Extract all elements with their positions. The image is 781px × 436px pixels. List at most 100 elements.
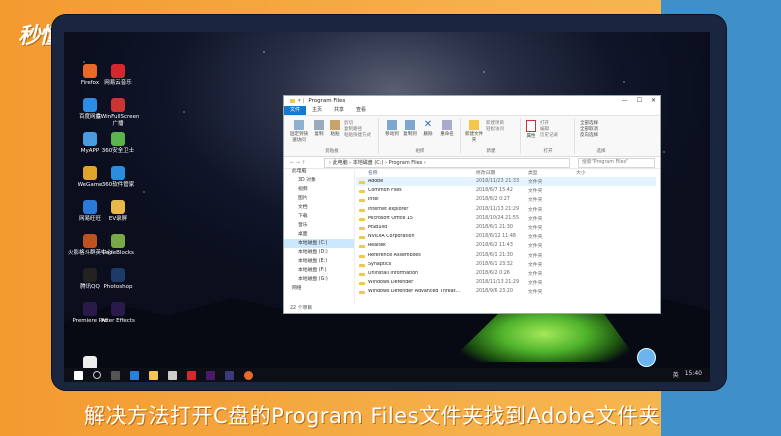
after-effects-taskbar-icon[interactable] <box>225 370 234 380</box>
folder-icon <box>359 199 365 203</box>
quick-access-toolbar[interactable]: ▾ | <box>298 98 304 104</box>
nav-item[interactable]: 3D 对象 <box>284 176 354 185</box>
clock[interactable]: 15:40 <box>685 370 702 379</box>
nav-item[interactable]: 本地磁盘 (G:) <box>284 275 354 284</box>
nav-item[interactable]: 本地磁盘 (F:) <box>284 266 354 275</box>
file-row[interactable]: NVIDIA Corporation 2018/6/12 11:48 文件夹 <box>356 232 656 241</box>
pin-quick-access-button[interactable]: 固定到快速访问 <box>288 120 310 143</box>
nav-item[interactable]: 桌面 <box>284 230 354 239</box>
file-date: 2018/6/12 11:48 <box>476 234 516 240</box>
start-icon[interactable] <box>74 370 83 380</box>
open-small-items[interactable]: 打开 编辑 历史记录 <box>540 121 558 139</box>
search-input[interactable]: 搜索"Program Files" <box>578 157 655 168</box>
file-row[interactable]: Realtek 2018/6/2 11:43 文件夹 <box>356 241 656 250</box>
file-date: 2018/6/7 15:42 <box>476 188 513 194</box>
properties-button[interactable]: 属性 <box>524 120 538 139</box>
move-to-button[interactable]: 移动到 <box>384 120 400 137</box>
move-to-label: 移动到 <box>385 132 399 137</box>
file-row[interactable]: Synaptics 2018/6/1 23:32 文件夹 <box>356 260 656 269</box>
nav-item[interactable]: 下载 <box>284 212 354 221</box>
desktop-icon-label: 360软件管家 <box>101 182 135 188</box>
minimize-button[interactable]: — <box>622 97 628 104</box>
tab-home[interactable]: 主页 <box>306 106 328 115</box>
nav-item[interactable]: 视频 <box>284 185 354 194</box>
file-row[interactable]: Uninstall Information 2018/6/2 0:26 文件夹 <box>356 269 656 278</box>
copy-to-button[interactable]: 复制到 <box>402 120 418 137</box>
ime-indicator[interactable]: 英 <box>673 370 679 379</box>
desktop-icon[interactable]: After Effects <box>96 302 140 325</box>
ribbon: 固定到快速访问 复制 粘贴 剪切 复制路径 粘贴快捷方式 剪贴板 移动到 复制到 ✕… <box>284 116 660 157</box>
search-icon[interactable] <box>93 371 101 379</box>
file-date: 2018/6/1 21:30 <box>476 252 513 258</box>
nav-item[interactable]: 本地磁盘 (D:) <box>284 248 354 257</box>
file-explorer-icon[interactable] <box>149 370 158 380</box>
column-size[interactable]: 大小 <box>576 169 616 176</box>
paste-button[interactable]: 粘贴 <box>328 120 342 137</box>
copy-button[interactable]: 复制 <box>312 120 326 137</box>
desktop-icon-label: EV录屏 <box>108 216 128 222</box>
nav-arrows[interactable]: ← → ↑ <box>290 160 306 166</box>
file-name: Reference Assemblies <box>356 253 476 258</box>
nav-item[interactable]: 网络 <box>284 284 354 293</box>
file-row[interactable]: internet explorer 2018/11/13 21:29 文件夹 <box>356 205 656 214</box>
desktop-icon[interactable]: 360软件管家 <box>96 166 140 189</box>
file-date: 2018/11/23 21:33 <box>476 179 519 185</box>
folder-icon <box>359 208 365 212</box>
select-items[interactable]: 全部选择 全部取消 反向选择 <box>580 121 598 139</box>
file-row[interactable]: Windows Defender Advanced Threat... 2018/… <box>356 287 656 296</box>
delete-button[interactable]: ✕ 删除 <box>420 119 436 138</box>
delete-icon: ✕ <box>423 119 433 130</box>
task-view-icon[interactable] <box>111 370 120 380</box>
nav-item[interactable]: 本地磁盘 (E:) <box>284 257 354 266</box>
edge-icon[interactable] <box>130 370 139 380</box>
column-date[interactable]: 修改日期 <box>476 169 528 176</box>
file-row[interactable]: Intel 2018/6/2 0:27 文件夹 <box>356 195 656 204</box>
file-row[interactable]: MSBuild 2018/6/1 21:30 文件夹 <box>356 223 656 232</box>
open-label: 打开 <box>540 121 549 126</box>
tab-file[interactable]: 文件 <box>284 106 307 115</box>
desktop-icon[interactable]: CodeBlocks <box>96 234 140 257</box>
close-button[interactable]: ✕ <box>651 97 656 104</box>
nav-item[interactable]: 本地磁盘 (C:) <box>284 239 354 248</box>
file-date: 2018/6/1 21:30 <box>476 225 513 231</box>
file-row[interactable]: Adobe 2018/11/23 21:33 文件夹 <box>356 177 656 187</box>
nav-item[interactable]: 音乐 <box>284 221 354 230</box>
new-small-items[interactable]: 新建项目 轻松访问 <box>486 121 504 133</box>
music-icon[interactable] <box>187 370 196 380</box>
firefox-icon <box>83 64 97 78</box>
group-label-new: 新建 <box>486 149 496 154</box>
file-name-text: Synaptics <box>368 261 392 267</box>
clipboard-small-items[interactable]: 剪切 复制路径 粘贴快捷方式 <box>344 121 371 139</box>
column-name[interactable]: 名称 <box>356 169 476 176</box>
nav-item[interactable]: 文档 <box>284 203 354 212</box>
ribbon-group-clipboard: 固定到快速访问 复制 粘贴 剪切 复制路径 粘贴快捷方式 剪贴板 <box>286 118 379 154</box>
new-folder-button[interactable]: 新建文件夹 <box>464 120 484 143</box>
desktop-icon[interactable]: GWinFullScreen广播 <box>96 98 140 128</box>
desktop-icon[interactable]: EV录屏 <box>96 200 140 223</box>
store-icon[interactable] <box>168 370 177 380</box>
file-list: 名称 修改日期 类型 大小 Adobe 2018/11/23 21:33 文件夹 Co… <box>356 167 656 303</box>
firefox-taskbar-icon[interactable] <box>244 370 253 380</box>
paste-label: 粘贴 <box>330 132 340 137</box>
file-row[interactable]: Microsoft Office 15 2018/10/24 21:55 文件夹 <box>356 214 656 223</box>
column-type[interactable]: 类型 <box>528 169 576 176</box>
maximize-button[interactable]: ☐ <box>637 97 642 104</box>
nav-item[interactable]: 图片 <box>284 194 354 203</box>
desktop-icon[interactable]: 网易云音乐 <box>96 64 140 87</box>
address-bar[interactable]: › 此电脑 › 本地磁盘 (C:) › Program Files › <box>324 157 570 168</box>
floating-assist-icon[interactable] <box>637 348 656 367</box>
file-type: 文件夹 <box>528 226 543 232</box>
tab-view[interactable]: 查看 <box>350 106 372 115</box>
rename-button[interactable]: 重命名 <box>438 120 456 137</box>
file-row[interactable]: Reference Assemblies 2018/6/1 21:30 文件夹 <box>356 251 656 260</box>
file-row[interactable]: Common Files 2018/6/7 15:42 文件夹 <box>356 186 656 195</box>
premiere-taskbar-icon[interactable] <box>206 370 215 380</box>
file-row[interactable]: Windows Defender 2018/11/13 21:29 文件夹 <box>356 278 656 287</box>
file-name: Windows Defender <box>356 280 476 286</box>
360-manager-icon <box>111 166 125 180</box>
desktop-icon-label: 网易云音乐 <box>104 80 132 86</box>
nav-item[interactable]: 此电脑 <box>284 167 354 176</box>
desktop-icon[interactable]: Photoshop <box>96 268 140 291</box>
tab-share[interactable]: 共享 <box>328 106 350 115</box>
desktop-icon[interactable]: 360安全卫士 <box>96 132 140 155</box>
